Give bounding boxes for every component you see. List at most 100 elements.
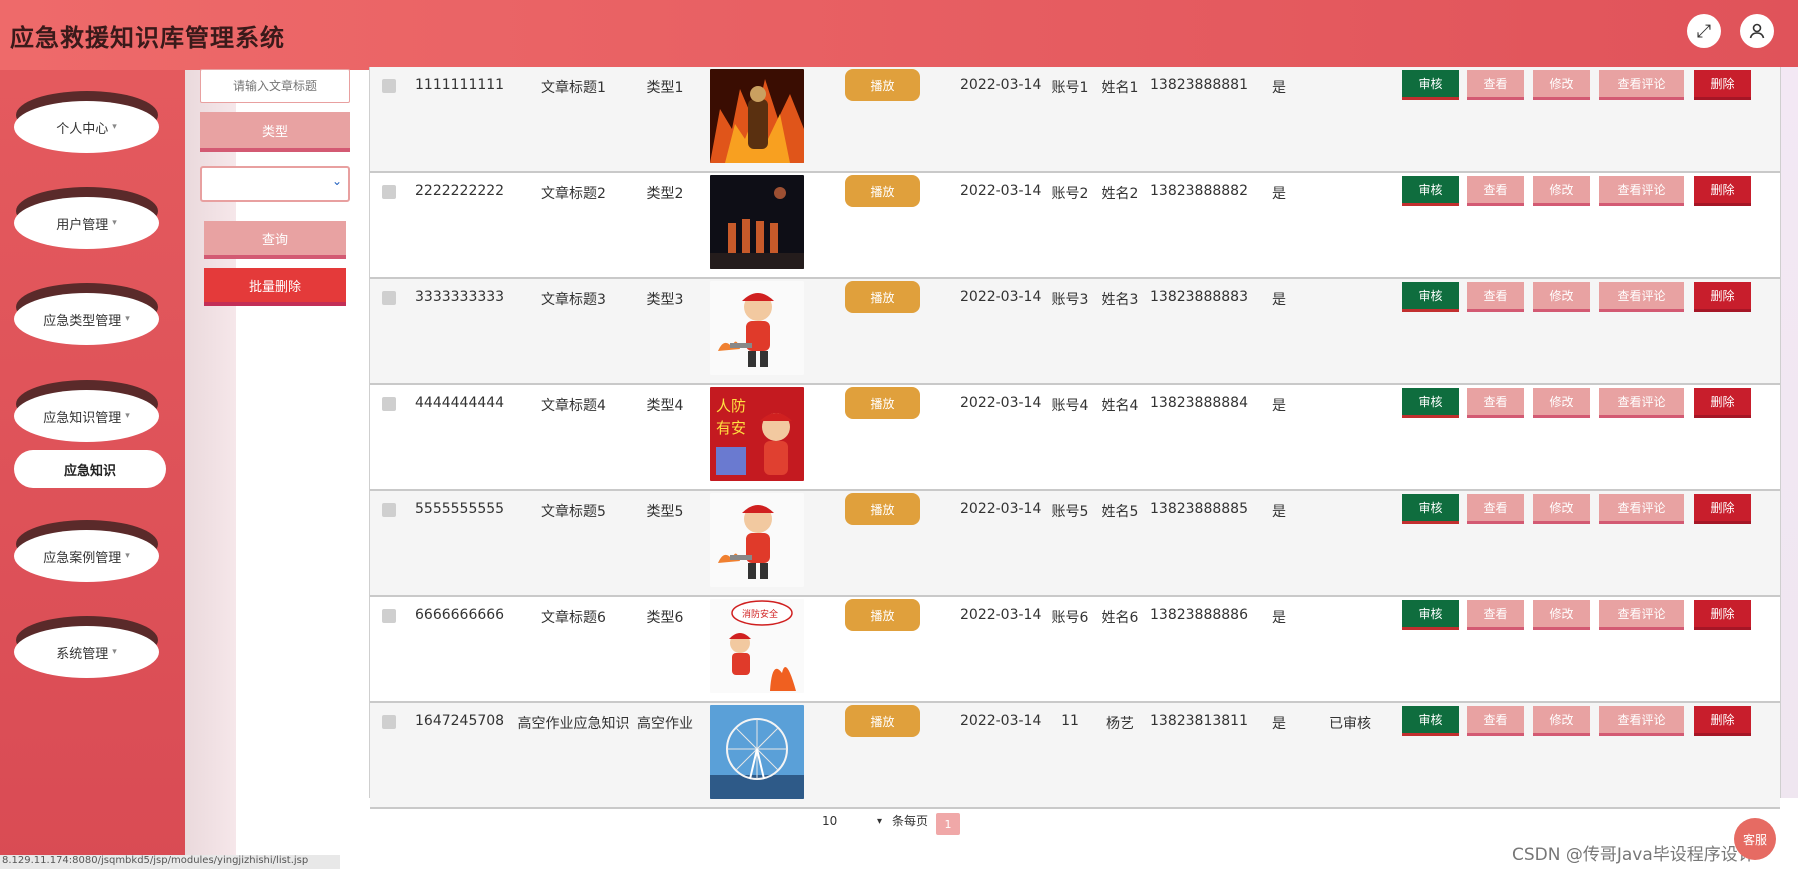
row-checkbox[interactable]: [382, 609, 396, 623]
submenu-knowledge[interactable]: 应急知识: [14, 450, 166, 488]
audit-button[interactable]: 审核: [1402, 600, 1459, 630]
watermark: CSDN @传哥Java毕设程序设计: [1512, 845, 1755, 865]
edit-button[interactable]: 修改: [1533, 282, 1590, 312]
row-checkbox[interactable]: [382, 79, 396, 93]
cell-name: 姓名4: [1101, 398, 1139, 414]
audit-button[interactable]: 审核: [1402, 706, 1459, 736]
delete-button[interactable]: 删除: [1694, 282, 1751, 312]
sidebar-item-type-management[interactable]: 应急类型管理 ▾: [14, 283, 159, 347]
view-comments-button[interactable]: 查看评论: [1599, 706, 1684, 736]
view-button[interactable]: 查看: [1467, 706, 1524, 736]
audit-button[interactable]: 审核: [1402, 176, 1459, 206]
play-button[interactable]: 播放: [845, 599, 920, 631]
edit-button[interactable]: 修改: [1533, 176, 1590, 206]
cell-type: 类型6: [646, 610, 684, 626]
caret-down-icon: ▾: [112, 647, 117, 657]
query-button[interactable]: 查询: [204, 221, 346, 259]
cell-name: 姓名3: [1101, 292, 1139, 308]
delete-button[interactable]: 删除: [1694, 176, 1751, 206]
caret-down-icon: ▾: [125, 314, 130, 324]
page-size-select[interactable]: 10 ▾: [822, 810, 882, 832]
app-header: 应急救援知识库管理系统 ⤢: [0, 0, 1798, 70]
cell-flag: 是: [1272, 186, 1286, 202]
user-icon: [1749, 23, 1765, 39]
edit-button[interactable]: 修改: [1533, 600, 1590, 630]
delete-button[interactable]: 删除: [1694, 388, 1751, 418]
edit-button[interactable]: 修改: [1533, 388, 1590, 418]
sidebar-item-case-management[interactable]: 应急案例管理 ▾: [14, 520, 159, 584]
view-comments-button[interactable]: 查看评论: [1599, 70, 1684, 100]
user-button[interactable]: [1740, 14, 1774, 48]
type-select[interactable]: ⌄: [200, 166, 350, 202]
batch-delete-button[interactable]: 批量删除: [204, 268, 346, 306]
play-button[interactable]: 播放: [845, 281, 920, 313]
play-button[interactable]: 播放: [845, 69, 920, 101]
view-button[interactable]: 查看: [1467, 388, 1524, 418]
current-page-button[interactable]: 1: [936, 813, 960, 835]
view-comments-button[interactable]: 查看评论: [1599, 176, 1684, 206]
edit-button[interactable]: 修改: [1533, 70, 1590, 100]
delete-button[interactable]: 删除: [1694, 70, 1751, 100]
cell-flag: 是: [1272, 80, 1286, 96]
delete-button[interactable]: 删除: [1694, 494, 1751, 524]
cell-id: 1111111111: [415, 77, 505, 93]
title-search-input[interactable]: [200, 69, 350, 103]
audit-button[interactable]: 审核: [1402, 70, 1459, 100]
delete-button[interactable]: 删除: [1694, 706, 1751, 736]
sidebar-item-system-management[interactable]: 系统管理 ▾: [14, 616, 159, 680]
view-comments-button[interactable]: 查看评论: [1599, 494, 1684, 524]
cell-name: 姓名6: [1101, 610, 1139, 626]
view-button[interactable]: 查看: [1467, 494, 1524, 524]
cell-type: 类型5: [646, 504, 684, 520]
sidebar-item-user-management[interactable]: 用户管理 ▾: [14, 187, 159, 251]
view-button[interactable]: 查看: [1467, 600, 1524, 630]
app-title: 应急救援知识库管理系统: [10, 24, 285, 52]
delete-button[interactable]: 删除: [1694, 600, 1751, 630]
cell-flag: 是: [1272, 716, 1286, 732]
cell-type: 类型3: [646, 292, 684, 308]
cell-phone: 13823888882: [1150, 183, 1248, 199]
cell-date: 2022-03-14: [960, 289, 1042, 305]
row-checkbox[interactable]: [382, 291, 396, 305]
sidebar-item-knowledge-management[interactable]: 应急知识管理 ▾: [14, 380, 159, 444]
float-service-button[interactable]: 客服: [1734, 818, 1776, 860]
cell-type: 类型2: [646, 186, 684, 202]
view-comments-button[interactable]: 查看评论: [1599, 388, 1684, 418]
table-row: 3333333333 文章标题3 类型3 2022-03-14 账号3 姓名3 138238…: [370, 279, 1780, 385]
cell-type: 类型4: [646, 398, 684, 414]
view-button[interactable]: 查看: [1467, 282, 1524, 312]
play-button[interactable]: 播放: [845, 705, 920, 737]
cell-title: 文章标题5: [541, 504, 606, 520]
view-button[interactable]: 查看: [1467, 70, 1524, 100]
cell-account: 账号4: [1051, 398, 1089, 414]
edit-button[interactable]: 修改: [1533, 706, 1590, 736]
sidebar-item-personal-center[interactable]: 个人中心 ▾: [14, 91, 159, 155]
audit-button[interactable]: 审核: [1402, 282, 1459, 312]
row-checkbox[interactable]: [382, 185, 396, 199]
table-row: 1111111111 文章标题1 类型1 2022-03-14 账号1 姓名1 138238…: [370, 67, 1780, 173]
audit-button[interactable]: 审核: [1402, 494, 1459, 524]
edit-button[interactable]: 修改: [1533, 494, 1590, 524]
view-button[interactable]: 查看: [1467, 176, 1524, 206]
row-checkbox[interactable]: [382, 715, 396, 729]
play-button[interactable]: 播放: [845, 175, 920, 207]
cell-flag: 是: [1272, 292, 1286, 308]
article-thumbnail: [710, 493, 804, 587]
play-button[interactable]: 播放: [845, 493, 920, 525]
cell-id: 4444444444: [415, 395, 505, 411]
play-button[interactable]: 播放: [845, 387, 920, 419]
cell-title: 文章标题4: [541, 398, 606, 414]
row-checkbox[interactable]: [382, 397, 396, 411]
scrollbar-track[interactable]: [1781, 67, 1798, 798]
fullscreen-button[interactable]: ⤢: [1687, 14, 1721, 48]
cell-flag: 是: [1272, 610, 1286, 626]
cell-account: 账号3: [1051, 292, 1089, 308]
per-page-label: 条每页: [892, 814, 929, 828]
table-row: 6666666666 文章标题6 类型6 2022-03-14 账号6 姓名6 138238…: [370, 597, 1780, 703]
audit-button[interactable]: 审核: [1402, 388, 1459, 418]
article-thumbnail: 人防 有安: [710, 387, 804, 481]
article-thumbnail: [710, 705, 804, 799]
view-comments-button[interactable]: 查看评论: [1599, 600, 1684, 630]
view-comments-button[interactable]: 查看评论: [1599, 282, 1684, 312]
row-checkbox[interactable]: [382, 503, 396, 517]
